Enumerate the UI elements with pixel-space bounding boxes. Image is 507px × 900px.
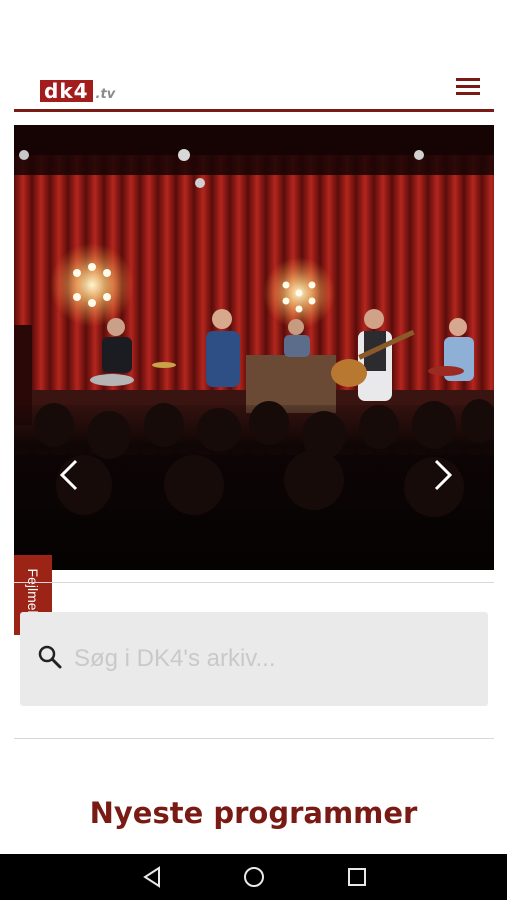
- logo-main-text: dk4: [40, 80, 93, 102]
- carousel-next-button[interactable]: [426, 455, 462, 495]
- header-divider: [14, 109, 494, 112]
- hamburger-menu-icon[interactable]: [456, 78, 482, 96]
- divider: [14, 738, 494, 739]
- concert-stage-photo: [14, 125, 494, 570]
- chevron-left-icon: [59, 459, 78, 491]
- dk4-logo[interactable]: dk4 .tv: [40, 78, 115, 102]
- home-circle-icon[interactable]: [242, 865, 266, 889]
- search-input[interactable]: [72, 638, 476, 680]
- section-title: Nyeste programmer: [89, 796, 418, 830]
- recents-square-icon[interactable]: [345, 865, 369, 889]
- system-navigation-bar: [0, 854, 507, 900]
- divider: [14, 582, 494, 583]
- search-icon: [38, 645, 62, 669]
- archive-search-box[interactable]: [20, 612, 488, 706]
- hero-carousel[interactable]: [14, 125, 494, 570]
- chevron-right-icon: [434, 459, 453, 491]
- logo-tld-text: .tv: [95, 87, 116, 102]
- back-triangle-icon[interactable]: [140, 865, 164, 889]
- site-header: dk4 .tv: [0, 0, 507, 112]
- carousel-prev-button[interactable]: [50, 455, 86, 495]
